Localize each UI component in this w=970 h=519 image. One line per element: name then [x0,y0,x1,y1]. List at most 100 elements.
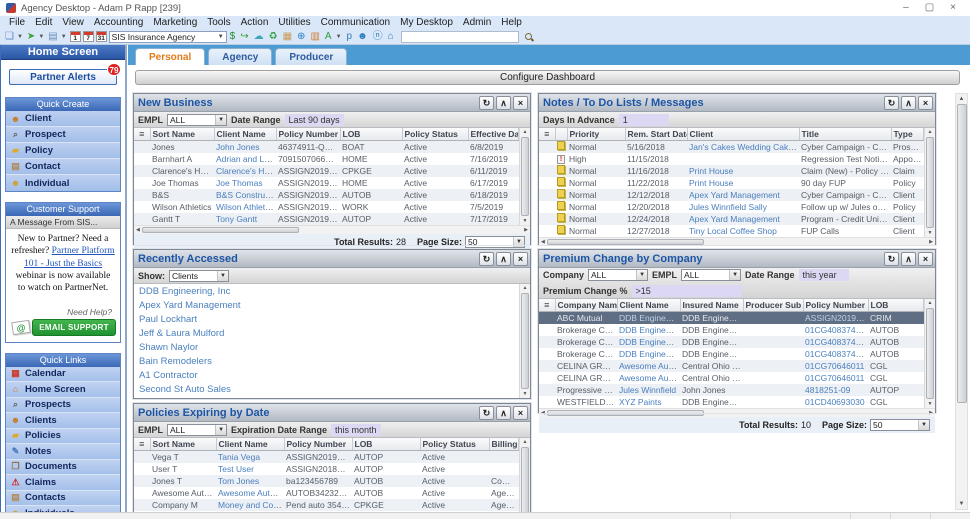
vertical-scrollbar[interactable]: ▲▼ [519,128,530,225]
recently-accessed-link[interactable]: A1 Contractor [134,368,519,382]
collapse-icon[interactable]: ∧ [496,96,511,110]
table-row[interactable]: Barnhart AAdrian and Lisa...709150706612… [134,153,519,165]
sidebar-item-policies[interactable]: ▰Policies [6,429,120,445]
menu-action[interactable]: Action [236,17,274,28]
menu-communication[interactable]: Communication [316,17,395,28]
record-link[interactable]: Test User [218,464,254,474]
grid-menu-icon[interactable]: ≡ [539,299,555,312]
column-header[interactable]: Client Name [617,299,680,312]
menu-my-desktop[interactable]: My Desktop [395,17,458,28]
print-icon[interactable]: ▤ [47,31,58,43]
refresh-icon[interactable]: ↻ [884,96,899,110]
global-search-input[interactable] [401,31,519,43]
menu-help[interactable]: Help [496,17,527,28]
column-header[interactable]: Company Name [555,299,617,312]
record-link[interactable]: Adrian and Lisa... [216,154,276,164]
recently-accessed-link[interactable]: JayBee Convenience Stores [134,396,519,398]
horizontal-scrollbar[interactable]: ◀▶ [539,408,935,417]
table-row[interactable]: Normal12/27/2018Tiny Local Coffee ShopFU… [539,225,924,237]
tab-personal[interactable]: Personal [135,48,205,65]
record-link[interactable]: Jan's Cakes Wedding Cakes and... [689,142,799,152]
column-header[interactable]: Effective Date [468,128,519,141]
record-link[interactable]: 4818251-09 [805,385,850,395]
home-icon[interactable]: ⌂ [387,31,395,43]
grid-menu-icon[interactable]: ≡ [539,128,555,141]
info-icon[interactable]: ⓝ [372,31,384,43]
record-link[interactable]: Wilson Athletics [216,202,276,212]
package-icon[interactable]: ▦ [282,31,293,43]
table-row[interactable]: CELINA GROUPAwesome Auto...Central Ohio … [539,372,924,384]
sidebar-item-home-screen[interactable]: ⌂Home Screen [6,382,120,398]
table-row[interactable]: Brokerage Comp...DDB Engineerin...DDB En… [539,336,924,348]
table-row[interactable]: Company MMoney and Comp...Pend auto 3541… [134,499,519,511]
new-document-icon[interactable]: ❏ [4,31,15,43]
column-header[interactable]: Policy Number [276,128,340,141]
page-size-select[interactable]: 50▼ [870,419,930,431]
empl-select[interactable]: ALL▼ [167,114,227,126]
tab-agency[interactable]: Agency [208,48,272,65]
table-row[interactable]: Normal12/24/2018Apex Yard ManagementProg… [539,213,924,225]
record-link[interactable]: DDB Engineerin... [619,325,680,335]
table-row[interactable]: Clarence's Haber...Clarence's Haber...AS… [134,165,519,177]
partner-alerts-button[interactable]: Partner Alerts [9,69,117,85]
weather-icon[interactable]: ☁ [253,31,265,43]
record-link[interactable]: Apex Yard Management [689,190,780,200]
record-link[interactable]: XYZ Paints [619,397,662,407]
recently-accessed-link[interactable]: DDB Engineering, Inc [134,284,519,298]
collapse-icon[interactable]: ∧ [901,252,916,266]
record-link[interactable]: DDB Engineerin... [619,313,680,323]
search-icon[interactable] [524,32,534,42]
record-link[interactable]: Joe Thomas [216,178,263,188]
column-header[interactable]: LOB [340,128,402,141]
horizontal-scrollbar[interactable]: ◀▶ [539,237,935,246]
send-icon[interactable]: ↪ [239,31,249,43]
record-link[interactable]: Tom Jones [218,476,259,486]
company-select[interactable]: ALL▼ [588,269,648,281]
email-support-button[interactable]: EMAIL SUPPORT [32,319,116,336]
record-link[interactable]: B&S Construction [216,190,276,200]
column-header[interactable]: Client Name [216,438,284,451]
record-link[interactable]: Apex Yard Management [689,214,780,224]
table-row[interactable]: Gantt TTony GanttASSIGN2019071...AUTOPAc… [134,213,519,225]
maximize-button[interactable]: ▢ [925,3,934,13]
column-header[interactable]: Rem. Start Date [625,128,687,141]
refresh-icon[interactable]: ↻ [479,406,494,420]
record-link[interactable]: DDB Engineerin... [619,349,680,359]
chevron-down-icon[interactable]: ▼ [61,34,67,40]
table-row[interactable]: WESTFIELD COSXYZ PaintsDDB Engineerin...… [539,396,924,408]
tab-producer[interactable]: Producer [275,48,347,65]
record-link[interactable]: Jules Winnfield Sally [689,202,767,212]
minimize-button[interactable]: – [903,3,909,13]
table-row[interactable]: CELINA GROUPAwesome Auto...Central Ohio … [539,360,924,372]
record-link[interactable]: Tony Gantt [216,214,257,224]
calendar-1-icon[interactable]: 1 [70,31,81,42]
main-vertical-scrollbar[interactable]: ▲▼ [955,93,968,510]
menu-edit[interactable]: Edit [30,17,57,28]
premium-change-value[interactable]: >15 [632,285,742,297]
record-link[interactable]: Tiny Local Coffee Shop [689,226,777,236]
record-link[interactable]: 01CG70646011 [805,373,864,383]
column-header[interactable]: Policy Number [284,438,352,451]
table-row[interactable]: Normal11/22/2018Print House90 day FUPPol… [539,177,924,189]
sidebar-item-notes[interactable]: ✎Notes [6,444,120,460]
column-header[interactable]: Producer Sub Code [743,299,803,312]
accounting-icon[interactable]: A [324,31,333,43]
date-range-value[interactable]: Last 90 days [285,114,344,126]
sidebar-item-contacts[interactable]: ▤Contacts [6,491,120,507]
table-row[interactable]: Wilson AthleticsWilson AthleticsASSIGN20… [134,201,519,213]
table-row[interactable]: Brokerage Comp...DDB Engineerin...DDB En… [539,324,924,336]
grid-menu-icon[interactable]: ≡ [134,128,150,141]
record-link[interactable]: 01CD40693030 [805,397,865,407]
quick-send-icon[interactable]: ➤ [26,31,36,43]
chevron-down-icon[interactable]: ▼ [17,34,23,40]
column-header[interactable]: Client [687,128,799,141]
user-icon[interactable]: ☻ [356,31,369,43]
column-header[interactable]: LOB [868,299,924,312]
table-row[interactable]: Normal12/12/2018Apex Yard ManagementCybe… [539,189,924,201]
renewal-icon[interactable]: ♻ [268,31,279,43]
chevron-down-icon[interactable]: ▼ [336,34,342,40]
dollar-icon[interactable]: $ [229,31,237,43]
quick-create-item-client[interactable]: ☻Client [6,111,120,127]
calendar-7-icon[interactable]: 7 [83,31,94,42]
table-row[interactable]: High11/15/2018Regression Test Notify Ot.… [539,153,924,165]
